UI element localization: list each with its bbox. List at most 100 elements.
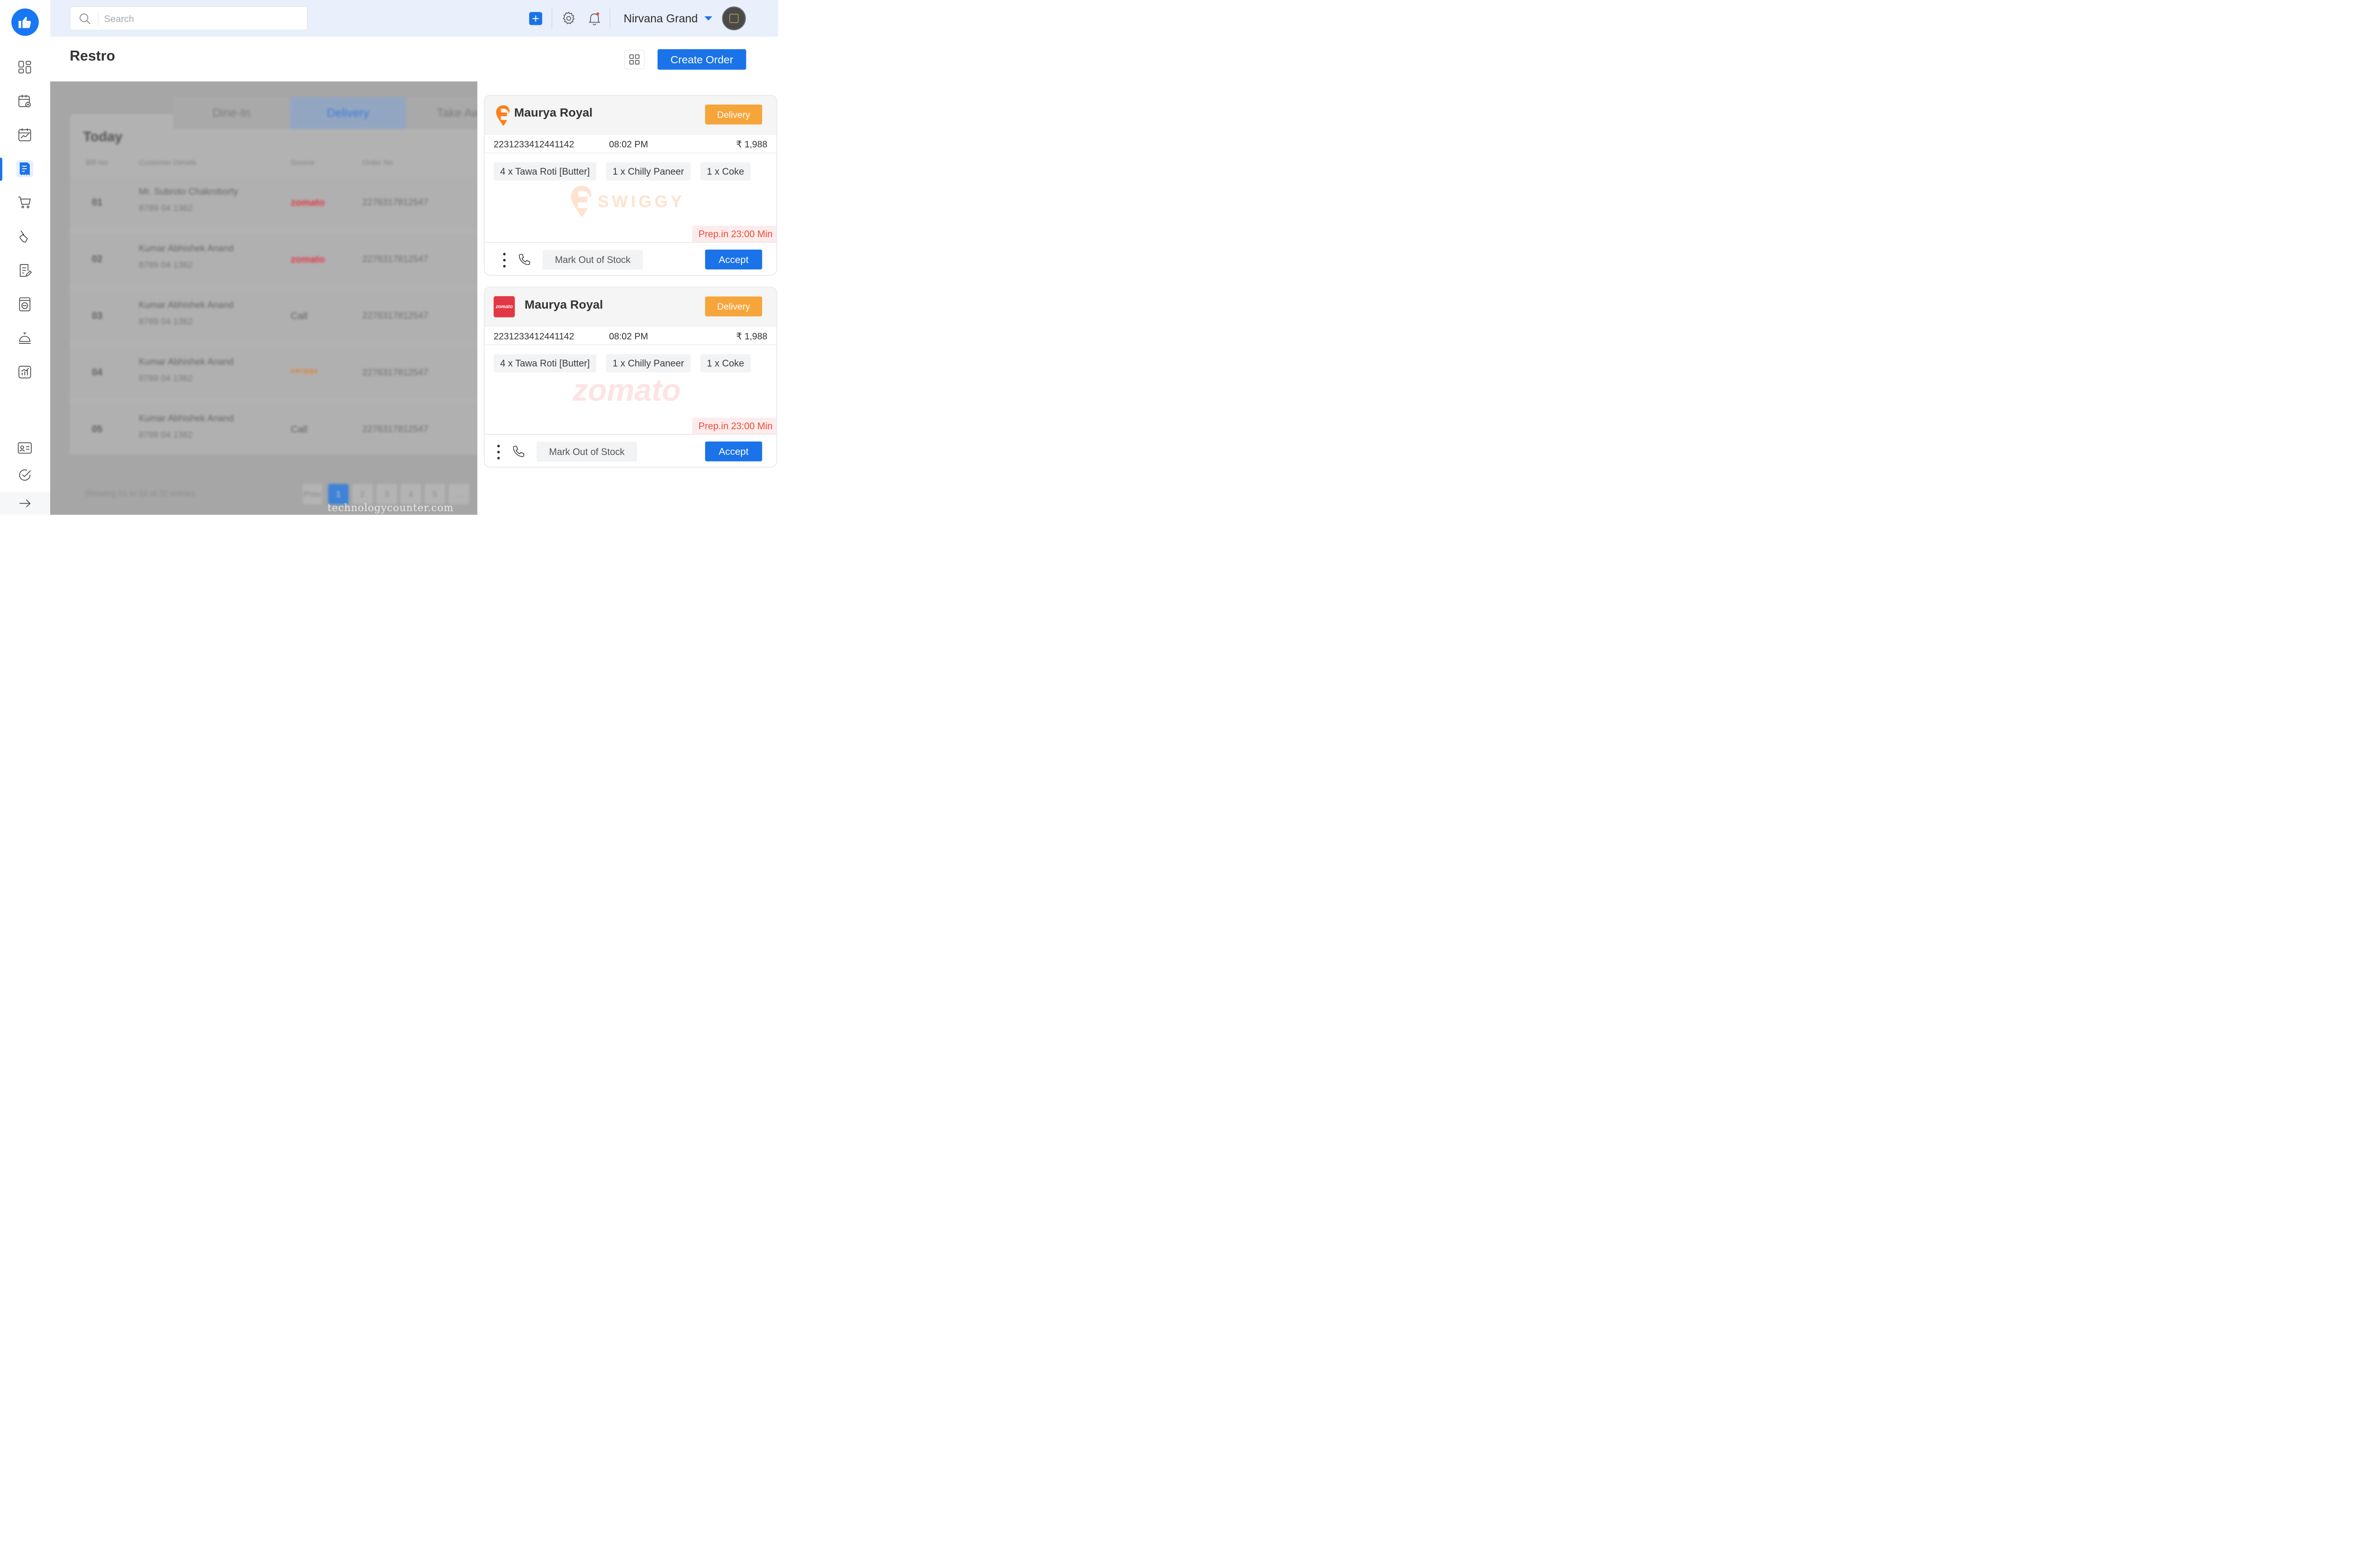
create-order-button[interactable]: Create Order: [658, 49, 746, 70]
mark-out-of-stock-button[interactable]: Mark Out of Stock: [536, 442, 637, 462]
phone-icon[interactable]: [518, 253, 532, 267]
table-row[interactable]: 02 Kumar Abhishek Anand 8789 04 1362 zom…: [69, 233, 477, 285]
prep-time: Prep.in 23:00 Min: [692, 226, 777, 242]
order-item-chip: 1 x Chilly Paneer: [606, 354, 691, 373]
calendar-trend-icon[interactable]: [16, 127, 33, 143]
chevron-down-icon[interactable]: [704, 16, 713, 21]
customer-name: Kumar Abhishek Anand: [138, 299, 234, 310]
customer-phone: 8789 04 1362: [138, 260, 193, 270]
table-row[interactable]: 04 Kumar Abhishek Anand 8789 04 1362 swi…: [69, 347, 477, 398]
swiggy-watermark-text: SWIGGY: [597, 192, 685, 211]
bill-no: 03: [92, 310, 103, 321]
incoming-orders-panel: Maurya Royal Delivery 2231233412441142 0…: [477, 81, 778, 515]
table-row[interactable]: 01 Mr. Subroto Chakroborty 8789 04 1362 …: [69, 177, 477, 228]
search-icon: [79, 13, 90, 24]
tab-take-away[interactable]: Take Away: [406, 97, 477, 130]
swiggy-logo-icon: [494, 105, 513, 126]
order-id: 2231233412441142: [493, 139, 575, 150]
booking-calendar-icon[interactable]: [16, 93, 33, 110]
notification-bell-icon[interactable]: [586, 10, 603, 27]
dashboard-icon[interactable]: [16, 59, 33, 75]
order-id: 2231233412441142: [493, 331, 575, 341]
accept-button[interactable]: Accept: [705, 441, 762, 461]
order-item-chip: 4 x Tawa Roti [Butter]: [493, 162, 596, 181]
column-header: Bill No: [86, 158, 108, 167]
site-watermark: technologycounter.com: [327, 502, 454, 514]
reports-chart-icon[interactable]: [16, 364, 33, 381]
section-title: Today: [83, 129, 123, 144]
order-items: 4 x Tawa Roti [Butter] 1 x Chilly Paneer…: [493, 354, 751, 373]
order-info-row: 2231233412441142 08:02 PM ₹ 1,988: [484, 326, 777, 345]
bill-no: 01: [92, 196, 103, 208]
order-card-footer: Mark Out of Stock Accept: [484, 434, 777, 467]
customer-phone: 8789 04 1362: [138, 430, 193, 440]
restaurant-name: Maurya Royal: [525, 297, 603, 312]
thumbs-up-logo-icon[interactable]: [11, 8, 39, 36]
swiggy-watermark: SWIGGY: [571, 184, 685, 219]
accept-button[interactable]: Accept: [705, 249, 762, 270]
order-card-footer: Mark Out of Stock Accept: [484, 242, 777, 275]
source: zomato: [290, 196, 325, 208]
avatar[interactable]: [722, 6, 746, 31]
plus-icon: [532, 15, 539, 22]
grid-view-button[interactable]: [624, 50, 645, 69]
checkmark-circle-icon[interactable]: [16, 466, 33, 483]
grid-icon: [629, 54, 640, 65]
laundry-machine-icon[interactable]: [16, 296, 33, 313]
quick-add-button[interactable]: [529, 12, 542, 25]
search-input[interactable]: [104, 11, 300, 26]
tab-delivery[interactable]: Delivery: [289, 97, 406, 130]
search-box[interactable]: [69, 6, 308, 31]
order-card: zomato Maurya Royal Delivery 22312334124…: [484, 286, 778, 468]
table-row[interactable]: 05 Kumar Abhishek Anand 8789 04 1362 Cal…: [69, 403, 477, 455]
order-item-chip: 4 x Tawa Roti [Butter]: [493, 354, 596, 373]
customer-name: Kumar Abhishek Anand: [138, 243, 234, 254]
column-header: Customer Details: [138, 158, 197, 167]
tab-dine-in[interactable]: Dine-In: [173, 97, 290, 130]
order-no: 2276317812547: [362, 423, 429, 434]
bill-no: 02: [92, 254, 103, 264]
customer-name: Kumar Abhishek Anand: [138, 413, 234, 423]
order-no: 2276317812547: [362, 367, 429, 378]
more-options-icon[interactable]: [497, 445, 500, 459]
top-bar: Nirvana Grand: [50, 0, 778, 37]
order-items: 4 x Tawa Roti [Butter] 1 x Chilly Paneer…: [493, 162, 751, 181]
notes-edit-icon[interactable]: [16, 262, 33, 279]
sidebar: [0, 0, 51, 515]
source: Call: [290, 310, 308, 322]
restro-orders-icon[interactable]: [16, 160, 33, 178]
settings-gear-icon[interactable]: [560, 10, 578, 27]
order-card: Maurya Royal Delivery 2231233412441142 0…: [484, 95, 778, 276]
hotel-selector[interactable]: Nirvana Grand: [624, 10, 698, 27]
order-item-chip: 1 x Coke: [700, 162, 751, 181]
order-no: 2276317812547: [362, 196, 429, 207]
active-indicator: [0, 157, 2, 181]
guest-id-card-icon[interactable]: [16, 440, 33, 457]
bill-no: 04: [92, 367, 103, 378]
housekeeping-broom-icon[interactable]: [16, 228, 33, 245]
pagination-prev[interactable]: Prev: [302, 484, 323, 505]
page-header: Restro Create Order: [50, 37, 778, 82]
phone-icon[interactable]: [512, 445, 527, 459]
order-amount: ₹ 1,988: [736, 139, 768, 150]
order-item-chip: 1 x Coke: [700, 354, 751, 373]
table-row[interactable]: 03 Kumar Abhishek Anand 8789 04 1362 Cal…: [69, 290, 477, 341]
customer-name: Kumar Abhishek Anand: [138, 356, 234, 367]
customer-phone: 8789 04 1362: [138, 203, 193, 213]
cart-icon[interactable]: [16, 194, 33, 211]
more-options-icon[interactable]: [503, 253, 506, 268]
customer-phone: 8789 04 1362: [138, 316, 193, 327]
order-type-badge: Delivery: [705, 296, 762, 317]
room-service-bell-icon[interactable]: [16, 329, 33, 346]
hotel-name: Nirvana Grand: [623, 12, 698, 25]
mark-out-of-stock-button[interactable]: Mark Out of Stock: [542, 250, 643, 270]
order-type-tabs: Dine-In Delivery Take Away: [173, 97, 477, 130]
customer-phone: 8789 04 1362: [138, 373, 193, 383]
order-no: 2276317812547: [362, 310, 429, 321]
expand-sidebar-button[interactable]: [0, 492, 51, 515]
orders-list-overlay-backdrop: Dine-In Delivery Take Away Today Bill No…: [50, 81, 477, 515]
order-amount: ₹ 1,988: [736, 331, 768, 341]
app-root: Nirvana Grand Restro Create Order Dine-I…: [0, 0, 778, 515]
order-info-row: 2231233412441142 08:02 PM ₹ 1,988: [484, 133, 777, 153]
order-no: 2276317812547: [362, 254, 429, 264]
